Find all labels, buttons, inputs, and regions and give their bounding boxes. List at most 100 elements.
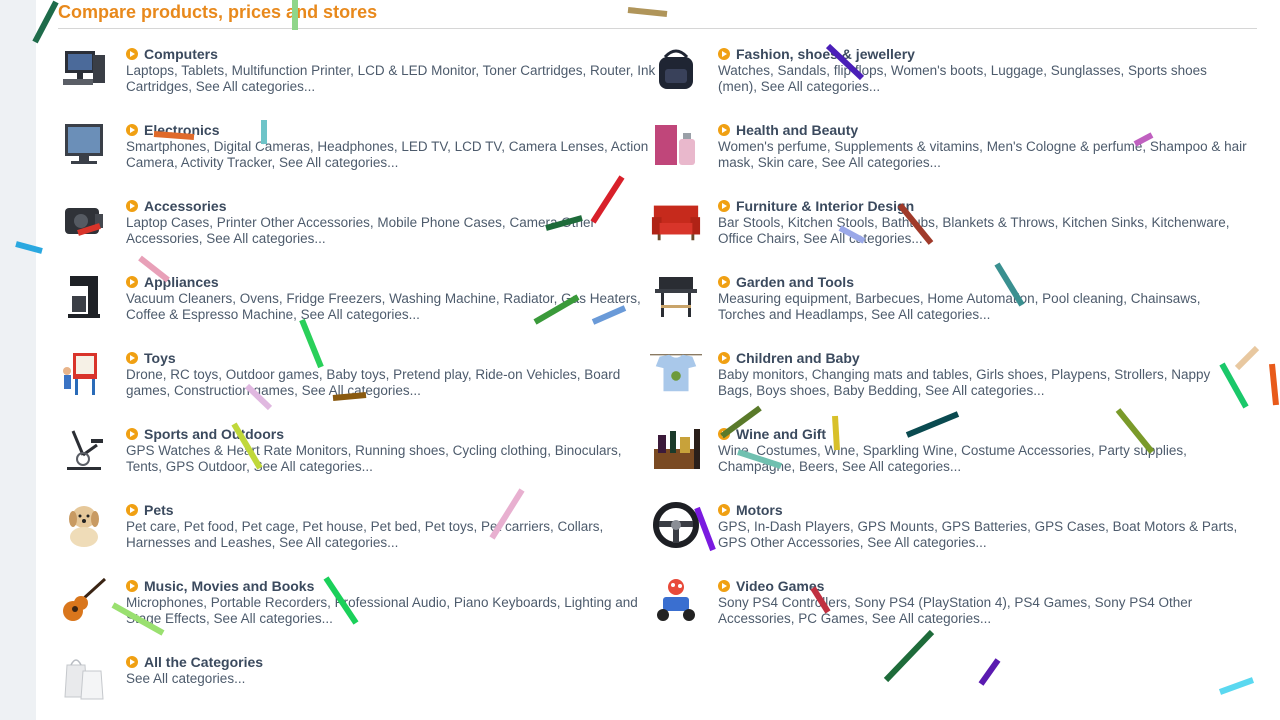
play-bullet-icon — [126, 580, 138, 592]
category-title-link[interactable]: Accessories — [144, 198, 227, 214]
play-bullet-icon — [126, 428, 138, 440]
category-wine-gift: Wine and Gift Wine, Costumes, Wine, Spar… — [650, 425, 1230, 495]
toy-easel-icon[interactable] — [58, 349, 110, 397]
category-description[interactable]: GPS Watches & Heart Rate Monitors, Runni… — [126, 443, 656, 475]
category-description[interactable]: Smartphones, Digital Cameras, Headphones… — [126, 139, 656, 171]
category-title-link[interactable]: Music, Movies and Books — [144, 578, 314, 594]
computer-icon[interactable] — [58, 45, 110, 93]
category-heading: Furniture & Interior Design — [718, 197, 914, 215]
category-heading: Electronics — [126, 121, 219, 139]
category-children-baby: Children and Baby Baby monitors, Changin… — [650, 349, 1230, 419]
category-sports-outdoors: Sports and Outdoors GPS Watches & Heart … — [58, 425, 638, 495]
category-computers: Computers Laptops, Tablets, Multifunctio… — [58, 45, 655, 115]
category-heading: Motors — [718, 501, 783, 519]
category-title-link[interactable]: Fashion, shoes & jewellery — [736, 46, 915, 62]
exercise-bike-icon[interactable] — [58, 425, 110, 473]
baby-shirt-icon[interactable] — [650, 349, 702, 397]
category-motors: Motors GPS, In-Dash Players, GPS Mounts,… — [650, 501, 1237, 571]
perfume-icon[interactable] — [650, 121, 702, 169]
play-bullet-icon — [718, 428, 730, 440]
category-description[interactable]: Pet care, Pet food, Pet cage, Pet house,… — [126, 519, 656, 551]
category-description[interactable]: GPS, In-Dash Players, GPS Mounts, GPS Ba… — [718, 519, 1248, 551]
play-bullet-icon — [126, 124, 138, 136]
category-grid: Computers Laptops, Tablets, Multifunctio… — [0, 0, 1280, 720]
category-description[interactable]: Laptop Cases, Printer Other Accessories,… — [126, 215, 656, 247]
category-electronics: Electronics Smartphones, Digital Cameras… — [58, 121, 648, 191]
category-accessories: Accessories Laptop Cases, Printer Other … — [58, 197, 638, 267]
play-bullet-icon — [718, 352, 730, 364]
category-description[interactable]: Measuring equipment, Barbecues, Home Aut… — [718, 291, 1248, 323]
category-description[interactable]: Laptops, Tablets, Multifunction Printer,… — [126, 63, 656, 95]
category-heading: Children and Baby — [718, 349, 860, 367]
play-bullet-icon — [126, 276, 138, 288]
coffee-maker-icon[interactable] — [58, 273, 110, 321]
category-description[interactable]: Watches, Sandals, flip flops, Women's bo… — [718, 63, 1248, 95]
category-description[interactable]: Sony PS4 Controllers, Sony PS4 (PlayStat… — [718, 595, 1248, 627]
play-bullet-icon — [126, 200, 138, 212]
category-description[interactable]: Bar Stools, Kitchen Stools, Bathtubs, Bl… — [718, 215, 1248, 247]
category-heading: Garden and Tools — [718, 273, 854, 291]
camera-bag-icon[interactable] — [58, 197, 110, 245]
category-heading: Computers — [126, 45, 218, 63]
play-bullet-icon — [718, 276, 730, 288]
play-bullet-icon — [126, 504, 138, 516]
guitar-icon[interactable] — [58, 577, 110, 625]
category-toys: Toys Drone, RC toys, Outdoor games, Baby… — [58, 349, 638, 419]
category-title-link[interactable]: Children and Baby — [736, 350, 860, 366]
category-description[interactable]: Women's perfume, Supplements & vitamins,… — [718, 139, 1248, 171]
category-title-link[interactable]: Furniture & Interior Design — [736, 198, 914, 214]
play-bullet-icon — [718, 48, 730, 60]
kart-racer-icon[interactable] — [650, 577, 702, 625]
play-bullet-icon — [718, 504, 730, 516]
category-description[interactable]: Wine, Costumes, Wine, Sparkling Wine, Co… — [718, 443, 1248, 475]
puppy-icon[interactable] — [58, 501, 110, 549]
play-bullet-icon — [126, 352, 138, 364]
category-heading: Sports and Outdoors — [126, 425, 284, 443]
play-bullet-icon — [718, 580, 730, 592]
category-title-link[interactable]: All the Categories — [144, 654, 263, 670]
category-title-link[interactable]: Pets — [144, 502, 174, 518]
category-title-link[interactable]: Health and Beauty — [736, 122, 858, 138]
armchair-icon[interactable] — [650, 197, 702, 245]
category-all: All the Categories See All categories... — [58, 653, 638, 720]
category-heading: All the Categories — [126, 653, 263, 671]
category-heading: Fashion, shoes & jewellery — [718, 45, 915, 63]
shopping-bags-icon[interactable] — [58, 653, 110, 701]
play-bullet-icon — [718, 124, 730, 136]
category-title-link[interactable]: Electronics — [144, 122, 219, 138]
gift-basket-icon[interactable] — [650, 425, 702, 473]
category-fashion: Fashion, shoes & jewellery Watches, Sand… — [650, 45, 1230, 115]
category-video-games: Video Games Sony PS4 Controllers, Sony P… — [650, 577, 1230, 647]
category-description[interactable]: Baby monitors, Changing mats and tables,… — [718, 367, 1248, 399]
category-title-link[interactable]: Toys — [144, 350, 176, 366]
tv-icon[interactable] — [58, 121, 110, 169]
play-bullet-icon — [718, 200, 730, 212]
category-heading: Appliances — [126, 273, 219, 291]
category-appliances: Appliances Vacuum Cleaners, Ovens, Fridg… — [58, 273, 641, 343]
category-health-beauty: Health and Beauty Women's perfume, Suppl… — [650, 121, 1247, 191]
barbecue-icon[interactable] — [650, 273, 702, 321]
category-title-link[interactable]: Wine and Gift — [736, 426, 826, 442]
category-description[interactable]: See All categories... — [126, 671, 656, 687]
category-furniture: Furniture & Interior Design Bar Stools, … — [650, 197, 1230, 267]
category-title-link[interactable]: Garden and Tools — [736, 274, 854, 290]
category-garden-tools: Garden and Tools Measuring equipment, Ba… — [650, 273, 1230, 343]
category-heading: Accessories — [126, 197, 227, 215]
category-title-link[interactable]: Sports and Outdoors — [144, 426, 284, 442]
category-title-link[interactable]: Motors — [736, 502, 783, 518]
steering-wheel-icon[interactable] — [650, 501, 702, 549]
play-bullet-icon — [126, 656, 138, 668]
category-heading: Health and Beauty — [718, 121, 858, 139]
play-bullet-icon — [126, 48, 138, 60]
category-title-link[interactable]: Appliances — [144, 274, 219, 290]
category-description[interactable]: Drone, RC toys, Outdoor games, Baby toys… — [126, 367, 656, 399]
category-music-movies-books: Music, Movies and Books Microphones, Por… — [58, 577, 638, 647]
backpack-icon[interactable] — [650, 45, 702, 93]
category-heading: Pets — [126, 501, 174, 519]
category-title-link[interactable]: Computers — [144, 46, 218, 62]
category-heading: Wine and Gift — [718, 425, 826, 443]
category-description[interactable]: Vacuum Cleaners, Ovens, Fridge Freezers,… — [126, 291, 656, 323]
category-description[interactable]: Microphones, Portable Recorders, Profess… — [126, 595, 656, 627]
category-title-link[interactable]: Video Games — [736, 578, 824, 594]
category-heading: Toys — [126, 349, 176, 367]
